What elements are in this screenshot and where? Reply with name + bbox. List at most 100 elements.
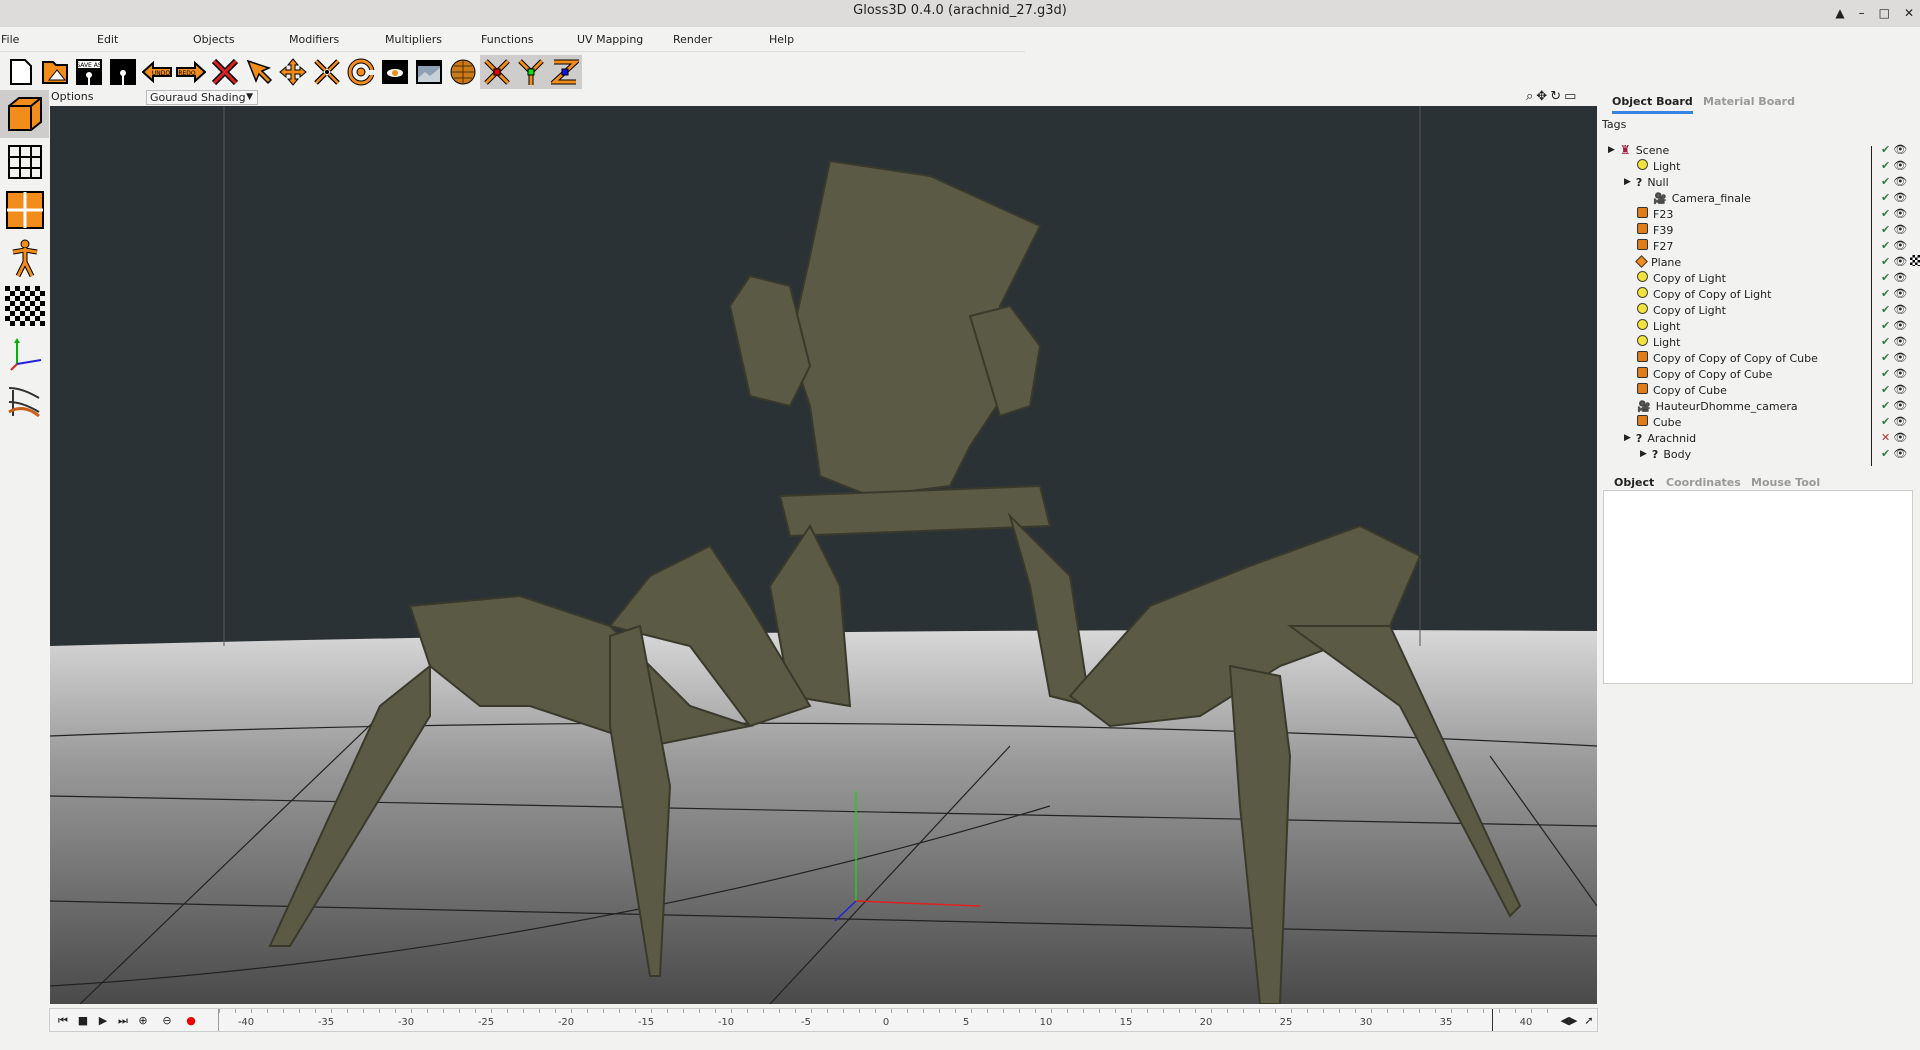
tab-object-board[interactable]: Object Board [1612, 92, 1693, 114]
check-icon[interactable]: ✔ [1881, 335, 1890, 348]
tree-item[interactable]: Light [1624, 318, 1680, 334]
menu-edit[interactable]: Edit [97, 33, 118, 46]
menu-help[interactable]: Help [769, 33, 794, 46]
maximize-view-icon[interactable]: ▭ [1564, 89, 1576, 104]
tree-item[interactable]: 🎥 HauteurDhomme_camera [1624, 398, 1798, 414]
axis-y-icon[interactable] [514, 55, 548, 89]
tab-material-board[interactable]: Material Board [1703, 92, 1795, 111]
tree-item[interactable]: Copy of Copy of Cube [1624, 366, 1772, 382]
check-icon[interactable]: ✔ [1881, 351, 1890, 364]
stop-icon[interactable]: ■ [74, 1012, 92, 1030]
maximize-button[interactable]: □ [1879, 2, 1890, 24]
save-as-icon[interactable]: SAVE AS [72, 55, 106, 89]
check-icon[interactable]: ✔ [1881, 159, 1890, 172]
tree-item[interactable]: Copy of Light [1624, 270, 1726, 286]
close-button[interactable]: ✕ [1904, 2, 1914, 24]
check-icon[interactable]: ✔ [1881, 383, 1890, 396]
zoom-in-icon[interactable]: ⊕ [134, 1012, 152, 1030]
check-icon[interactable]: ✔ [1881, 255, 1890, 268]
zoom-icon[interactable]: ⌕ [1526, 89, 1533, 104]
expand-icon[interactable]: ▶ [1640, 449, 1647, 459]
check-icon[interactable]: ✔ [1881, 175, 1890, 188]
tree-item[interactable]: ▶? Body [1640, 446, 1691, 462]
check-icon[interactable]: ✔ [1881, 143, 1890, 156]
visibility-eye-icon[interactable]: 👁 [1893, 415, 1907, 428]
move-icon[interactable] [276, 55, 310, 89]
check-icon[interactable]: ✔ [1881, 319, 1890, 332]
delete-icon[interactable] [208, 55, 242, 89]
visibility-eye-icon[interactable]: 👁 [1893, 383, 1907, 396]
tree-item[interactable]: Copy of Light [1624, 302, 1726, 318]
render-final-icon[interactable] [412, 55, 446, 89]
check-icon[interactable]: ✔ [1881, 271, 1890, 284]
sculpt-mode-icon[interactable] [0, 378, 49, 426]
expand-icon[interactable]: ▶ [1608, 145, 1615, 155]
check-icon[interactable]: ✔ [1881, 303, 1890, 316]
tree-item[interactable]: Light [1624, 334, 1680, 350]
render-view-icon[interactable] [378, 55, 412, 89]
redo-icon[interactable]: REDO [174, 55, 208, 89]
visibility-eye-icon[interactable]: 👁 [1893, 223, 1907, 236]
axis-mode-icon[interactable] [0, 330, 49, 378]
check-icon[interactable]: ✔ [1881, 367, 1890, 380]
tree-item[interactable]: Plane [1624, 254, 1681, 270]
visibility-eye-icon[interactable]: 👁 [1893, 143, 1907, 156]
check-icon[interactable]: ✔ [1881, 223, 1890, 236]
visibility-eye-icon[interactable]: 👁 [1893, 351, 1907, 364]
check-icon[interactable]: ✔ [1881, 239, 1890, 252]
disabled-x-icon[interactable]: ✕ [1881, 431, 1890, 444]
current-frame-marker[interactable] [1492, 1009, 1493, 1031]
tree-item[interactable]: 🎥 Camera_finale [1640, 190, 1751, 206]
new-file-icon[interactable] [4, 55, 38, 89]
undo-icon[interactable]: UNDO [140, 55, 174, 89]
visibility-eye-icon[interactable]: 👁 [1893, 447, 1907, 460]
tree-item[interactable]: Copy of Copy of Copy of Cube [1624, 350, 1818, 366]
tree-item[interactable]: Cube [1624, 414, 1681, 430]
save-icon[interactable] [106, 55, 140, 89]
pan-icon[interactable]: ✥ [1536, 89, 1547, 104]
3d-viewport[interactable] [50, 106, 1597, 1004]
check-icon[interactable]: ✔ [1881, 191, 1890, 204]
menu-objects[interactable]: Objects [193, 33, 235, 46]
menu-modifiers[interactable]: Modifiers [289, 33, 339, 46]
record-icon[interactable]: ● [182, 1012, 200, 1030]
globe-icon[interactable] [446, 55, 480, 89]
menu-file[interactable]: File [1, 33, 19, 46]
visibility-eye-icon[interactable]: 👁 [1893, 431, 1907, 444]
timeline[interactable]: ⏮ ■ ▶ ⏭ ⊕ ⊖ ● ◀▶ ➚ -40 -35 -30 -25 -20 -15 -10… [49, 1008, 1598, 1032]
skeleton-mode-icon[interactable] [0, 234, 49, 282]
scale-icon[interactable] [310, 55, 344, 89]
expand-icon[interactable]: ▶ [1624, 177, 1631, 187]
face-mode-icon[interactable] [0, 186, 49, 234]
check-icon[interactable]: ✔ [1881, 415, 1890, 428]
texture-tag-icon[interactable] [1910, 255, 1920, 266]
menu-uv-mapping[interactable]: UV Mapping [577, 33, 643, 46]
tree-item[interactable]: F27 [1624, 238, 1673, 254]
pointer-icon[interactable]: ➚ [1580, 1012, 1598, 1030]
tree-item[interactable]: Copy of Cube [1624, 382, 1727, 398]
tree-item[interactable]: ▶? Null [1624, 174, 1669, 190]
visibility-eye-icon[interactable]: 👁 [1893, 255, 1907, 268]
expand-icon[interactable]: ▶ [1624, 433, 1631, 443]
minimize-button[interactable]: – [1859, 2, 1865, 24]
pick-icon[interactable] [242, 55, 276, 89]
tree-item[interactable]: F39 [1624, 222, 1673, 238]
axis-z-icon[interactable] [548, 55, 582, 89]
visibility-eye-icon[interactable]: 👁 [1893, 399, 1907, 412]
tree-item[interactable]: Light [1624, 158, 1680, 174]
visibility-eye-icon[interactable]: 👁 [1893, 367, 1907, 380]
axis-x-icon[interactable] [480, 55, 514, 89]
tree-item[interactable]: F23 [1624, 206, 1673, 222]
play-icon[interactable]: ▶ [94, 1012, 112, 1030]
tree-item[interactable]: ▶ ♜ Scene [1608, 142, 1669, 158]
visibility-eye-icon[interactable]: 👁 [1893, 335, 1907, 348]
menu-multipliers[interactable]: Multipliers [385, 33, 442, 46]
shade-button[interactable]: ▲ [1835, 2, 1844, 24]
check-icon[interactable]: ✔ [1881, 207, 1890, 220]
menu-functions[interactable]: Functions [481, 33, 534, 46]
visibility-eye-icon[interactable]: 👁 [1893, 159, 1907, 172]
go-start-icon[interactable]: ⏮ [54, 1012, 72, 1030]
rotate-icon[interactable] [344, 55, 378, 89]
check-icon[interactable]: ✔ [1881, 399, 1890, 412]
visibility-eye-icon[interactable]: 👁 [1893, 319, 1907, 332]
